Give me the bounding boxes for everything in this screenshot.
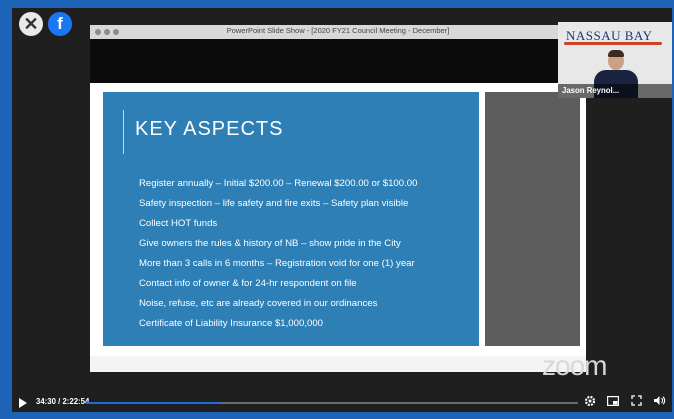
title-divider	[123, 110, 124, 154]
player-controls: 34:30 / 2:22:54	[12, 395, 672, 412]
slide-bullet: Certificate of Liability Insurance $1,00…	[139, 318, 323, 329]
participant-name: Jason Reynol...	[558, 84, 672, 98]
logo-swoosh	[564, 42, 662, 45]
slide-bottom-margin	[90, 356, 586, 372]
slide-content-panel: KEY ASPECTS Register annually – Initial …	[103, 92, 479, 346]
video-frame: ✕ f PowerPoint Slide Show - [2020 FY21 C…	[0, 0, 674, 419]
slide-bullet: Register annually – Initial $200.00 – Re…	[139, 178, 418, 189]
ppt-titlebar: PowerPoint Slide Show - [2020 FY21 Counc…	[90, 25, 586, 39]
slide-bullet-list: Register annually – Initial $200.00 – Re…	[139, 174, 417, 334]
participant-video-tile[interactable]: NASSAU BAY Jason Reynol...	[558, 22, 672, 98]
slide-bullet: Noise, refuse, etc are already covered i…	[139, 298, 378, 309]
close-button[interactable]: ✕	[19, 12, 43, 36]
facebook-button[interactable]: f	[48, 12, 72, 36]
video-player[interactable]: ✕ f PowerPoint Slide Show - [2020 FY21 C…	[12, 8, 672, 412]
seek-bar[interactable]	[86, 402, 578, 404]
slide-bullet: Give owners the rules & history of NB – …	[139, 238, 401, 249]
seek-bar-progress	[86, 402, 221, 404]
close-icon: ✕	[23, 14, 39, 34]
slide-bullet: Collect HOT funds	[139, 218, 218, 229]
slide-side-panel	[485, 92, 580, 346]
slide-bullet: Contact info of owner & for 24-hr respon…	[139, 278, 357, 289]
playback-time: 34:30 / 2:22:54	[36, 397, 90, 406]
fullscreen-icon[interactable]	[629, 395, 643, 411]
powerpoint-window: PowerPoint Slide Show - [2020 FY21 Counc…	[90, 25, 586, 372]
zoom-watermark: zoom	[542, 350, 607, 381]
picture-in-picture-icon[interactable]	[606, 395, 620, 411]
slide-bullet: More than 3 calls in 6 months – Registra…	[139, 258, 415, 269]
slide-bullet: Safety inspection – life safety and fire…	[139, 198, 409, 209]
slide-title: KEY ASPECTS	[135, 118, 284, 140]
settings-gear-icon[interactable]	[583, 395, 597, 411]
play-icon[interactable]	[19, 398, 27, 408]
volume-icon[interactable]	[652, 395, 666, 411]
slide-top-band	[90, 39, 586, 83]
ppt-window-title: PowerPoint Slide Show - [2020 FY21 Counc…	[226, 26, 450, 35]
facebook-icon: f	[57, 14, 63, 33]
participant-hair	[608, 50, 624, 57]
